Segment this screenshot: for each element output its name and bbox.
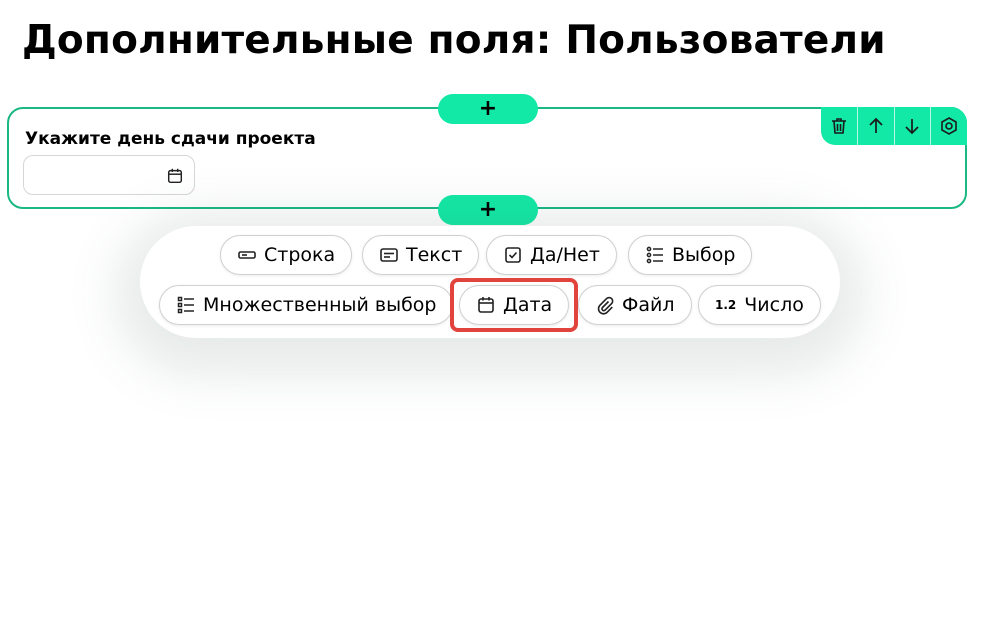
chip-label: Да/Нет (530, 244, 600, 266)
arrow-up-icon (869, 117, 883, 133)
date-input[interactable] (23, 155, 195, 195)
trash-icon (831, 118, 846, 134)
field-label: Укажите день сдачи проекта (25, 129, 316, 149)
add-field-above-button[interactable]: + (438, 94, 538, 124)
field-settings-button[interactable] (930, 107, 967, 145)
move-up-button[interactable] (856, 107, 894, 145)
chip-label: Число (744, 294, 804, 316)
field-toolbar (821, 107, 967, 145)
number-icon: 1.2 (715, 298, 737, 312)
add-field-below-button[interactable]: + (438, 195, 538, 225)
chip-choice[interactable]: Выбор (628, 235, 753, 275)
chip-multi-choice[interactable]: Множественный выбор (159, 285, 454, 325)
list-icon (646, 246, 663, 264)
calendar-icon[interactable] (166, 167, 184, 185)
chip-yes-no[interactable]: Да/Нет (486, 235, 617, 275)
settings-icon (941, 117, 957, 135)
chip-label: Текст (406, 244, 463, 266)
delete-field-button[interactable] (821, 107, 857, 145)
chip-label: Строка (264, 244, 336, 266)
chip-date[interactable]: Дата (459, 285, 570, 325)
multi-list-icon (177, 296, 194, 314)
chip-label: Выбор (672, 244, 736, 266)
checkbox-icon (505, 247, 521, 263)
chip-string[interactable]: Строка (220, 235, 353, 275)
paperclip-icon (597, 296, 614, 315)
move-down-button[interactable] (893, 107, 931, 145)
chip-file[interactable]: Файл (578, 285, 692, 325)
chip-label: Дата (503, 294, 553, 316)
text-field-icon (380, 248, 398, 262)
chip-label: Файл (622, 294, 675, 316)
page-title: Дополнительные поля: Пользователи (22, 18, 886, 63)
arrow-down-icon (905, 119, 919, 135)
string-field-icon (238, 251, 256, 259)
chip-text[interactable]: Текст (362, 235, 480, 275)
chip-label: Множественный выбор (203, 294, 437, 316)
calendar-icon (478, 297, 494, 313)
chip-number[interactable]: 1.2 Число (698, 285, 821, 325)
